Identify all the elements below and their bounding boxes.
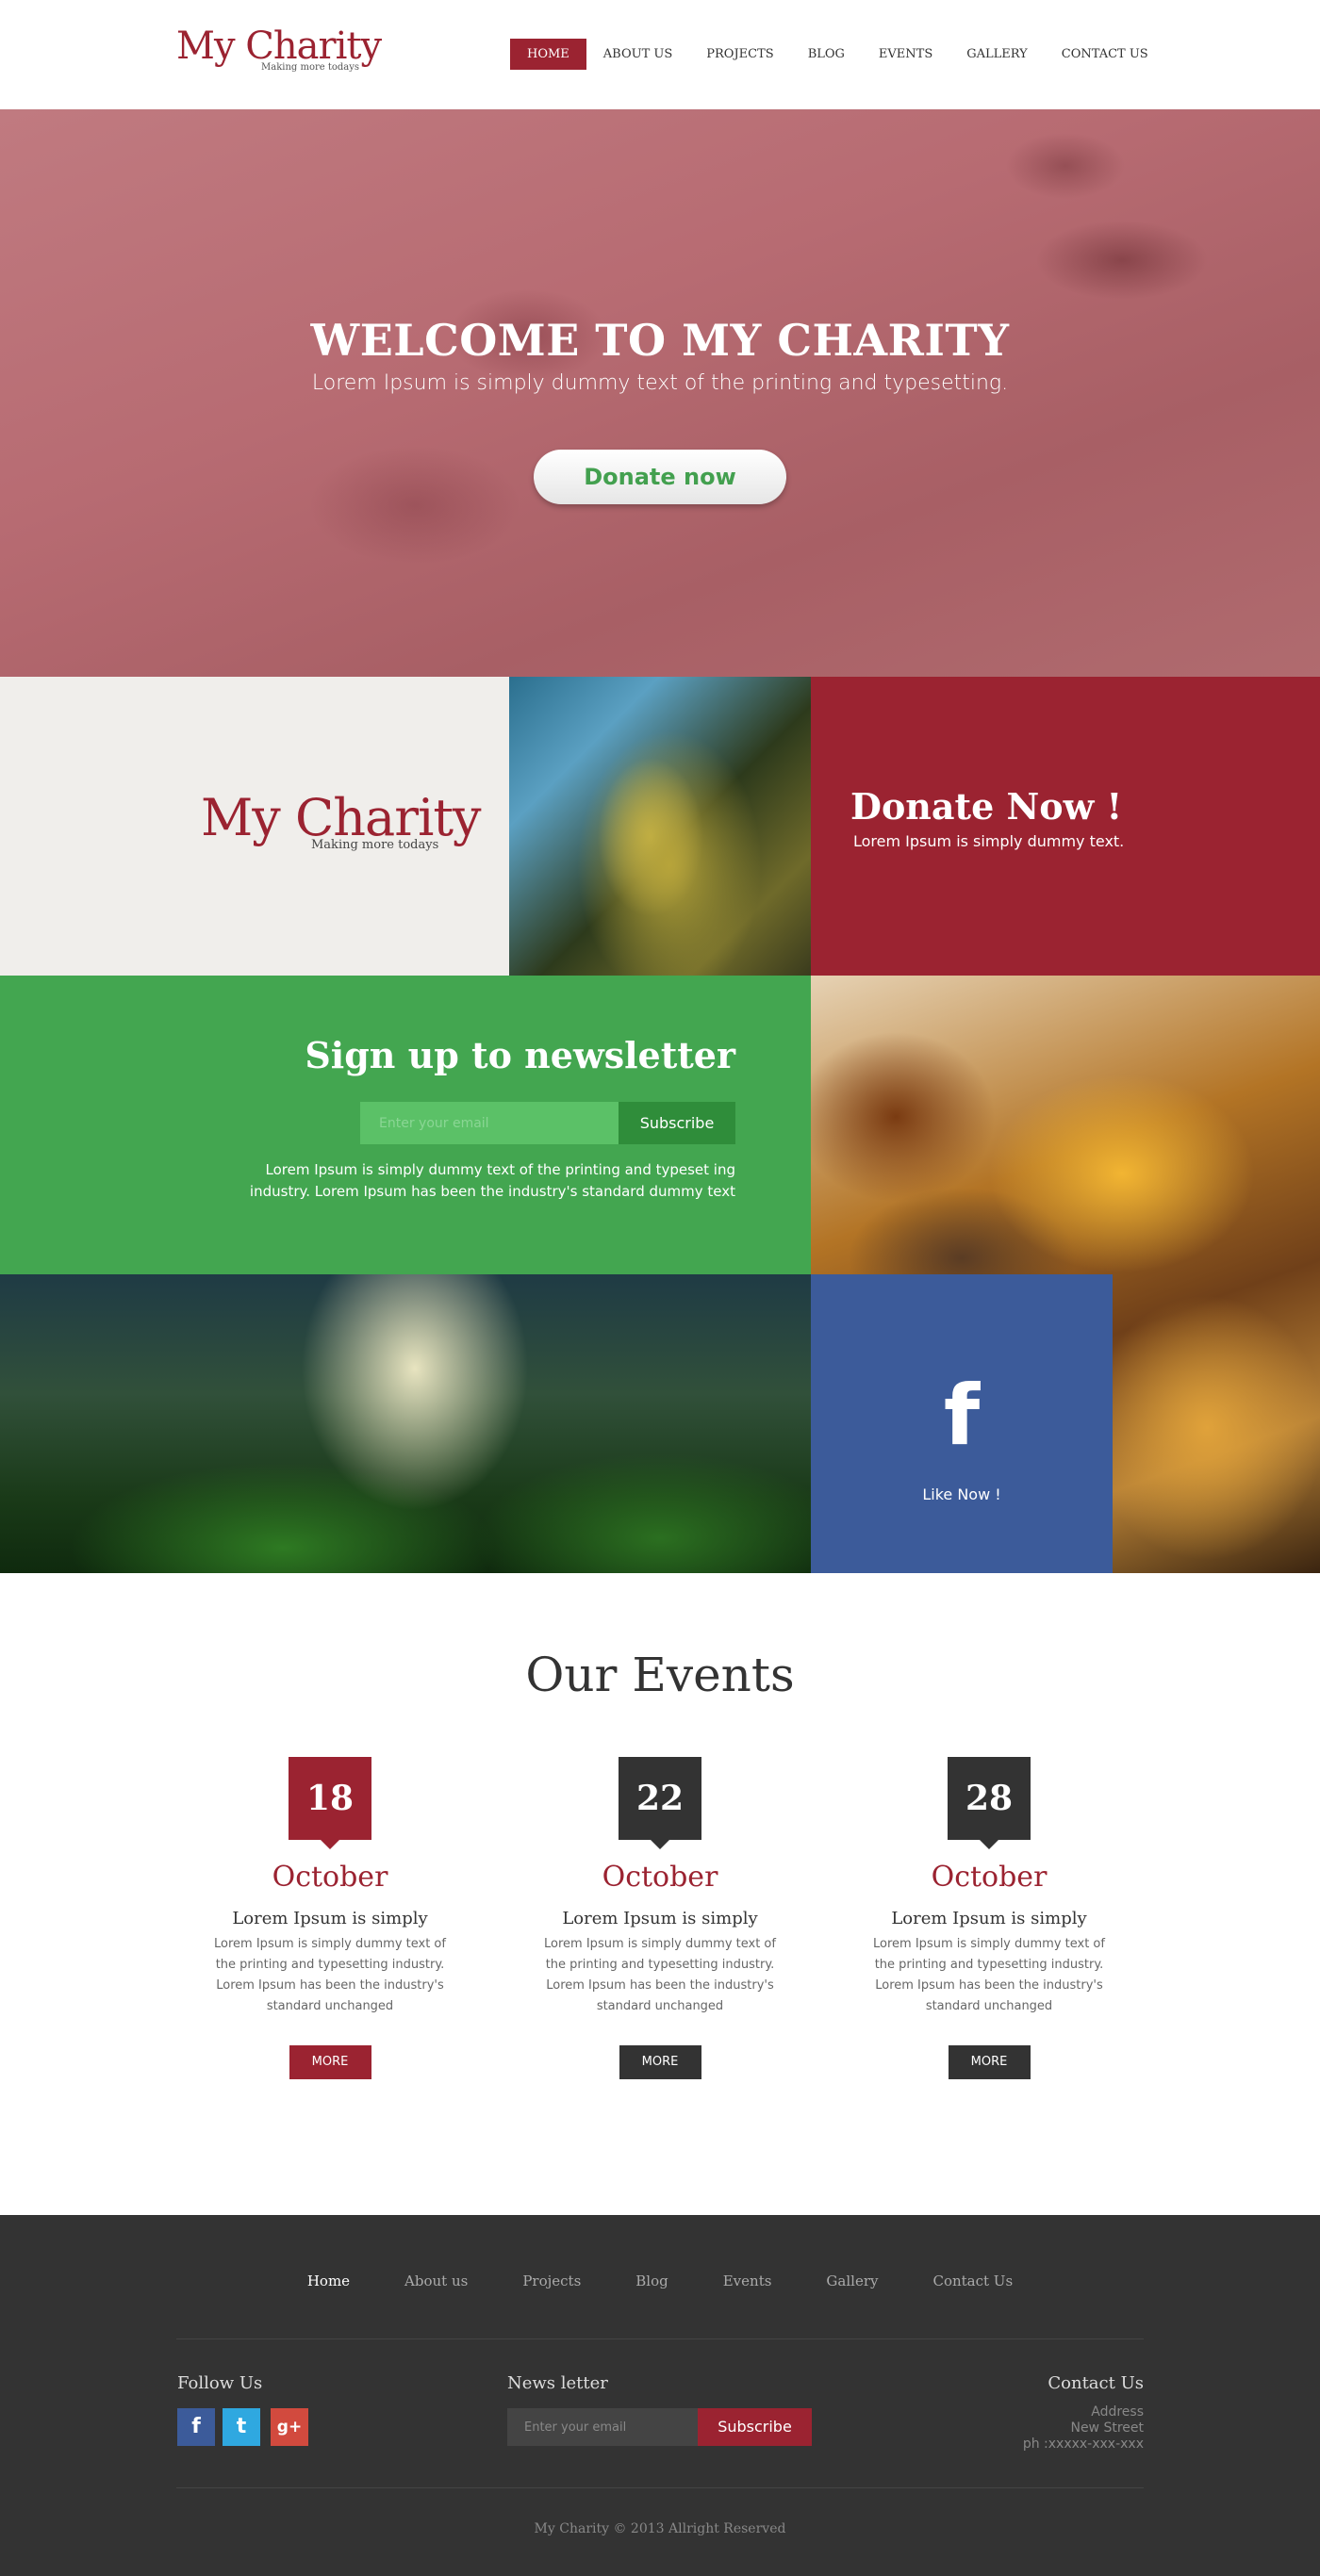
footer-nav-gallery[interactable]: Gallery: [799, 2272, 905, 2289]
donate-tile-text: Lorem Ipsum is simply dummy text.: [853, 832, 1125, 850]
nav-gallery[interactable]: GALLERY: [949, 39, 1045, 70]
event-card: 22 October Lorem Ipsum is simply Lorem I…: [528, 1757, 792, 2079]
donate-now-button[interactable]: Donate now: [534, 450, 786, 504]
twitter-icon[interactable]: t: [223, 2408, 260, 2446]
footer-nav-about-us[interactable]: About us: [377, 2272, 495, 2289]
nav-home[interactable]: HOME: [510, 39, 586, 70]
nav-projects[interactable]: PROJECTS: [689, 39, 790, 70]
event-more-button[interactable]: MORE: [948, 2045, 1031, 2079]
nav-blog[interactable]: BLOG: [791, 39, 862, 70]
site-header: My Charity Making more todays HOME ABOUT…: [0, 0, 1320, 109]
footer-nav: Home About us Projects Blog Events Galle…: [0, 2272, 1320, 2289]
event-date-badge: 18: [289, 1757, 371, 1849]
event-date-badge: 28: [948, 1757, 1031, 1849]
logo-tagline: Making more todays: [261, 62, 360, 73]
contact-details: Address New Street ph :xxxxx-xxx-xxx: [1023, 2404, 1144, 2453]
newsletter-text: Lorem Ipsum is simply dummy text of the …: [249, 1161, 735, 1200]
event-description: Lorem Ipsum is simply dummy text of the …: [873, 1937, 1105, 2013]
facebook-like-label: Like Now !: [922, 1485, 1001, 1503]
footer-nav-blog[interactable]: Blog: [608, 2272, 695, 2289]
site-logo[interactable]: My Charity Making more todays: [176, 25, 382, 73]
event-heading: Lorem Ipsum is simply: [891, 1909, 1087, 1928]
event-month: October: [602, 1861, 718, 1894]
newsletter-email-input[interactable]: [360, 1102, 619, 1144]
logo-tile: My Charity Making more todays: [0, 677, 509, 976]
facebook-icon[interactable]: f: [177, 2408, 215, 2446]
contact-street: New Street: [1070, 2420, 1144, 2436]
newsletter-tile: Sign up to newsletter Subscribe Lorem Ip…: [0, 976, 811, 1274]
nav-contact-us[interactable]: CONTACT US: [1045, 39, 1165, 70]
facebook-icon: f: [943, 1367, 981, 1464]
nav-events[interactable]: EVENTS: [862, 39, 949, 70]
event-more-button[interactable]: MORE: [289, 2045, 371, 2079]
newsletter-subscribe-button[interactable]: Subscribe: [619, 1102, 735, 1144]
donate-tile[interactable]: Donate Now ! Lorem Ipsum is simply dummy…: [811, 677, 1320, 976]
footer-newsletter-title: News letter: [507, 2373, 608, 2393]
event-month: October: [272, 1861, 388, 1894]
newsletter-title: Sign up to newsletter: [305, 1034, 735, 1076]
main-nav: HOME ABOUT US PROJECTS BLOG EVENTS GALLE…: [510, 39, 1165, 70]
nav-about-us[interactable]: ABOUT US: [586, 39, 689, 70]
event-month: October: [931, 1861, 1048, 1894]
footer-email-input[interactable]: [507, 2408, 698, 2446]
contact-us-title: Contact Us: [1048, 2373, 1144, 2393]
event-card: 18 October Lorem Ipsum is simply Lorem I…: [198, 1757, 462, 2079]
event-date-badge: 22: [619, 1757, 701, 1849]
hero-banner: WELCOME TO MY CHARITY Lorem Ipsum is sim…: [0, 109, 1320, 677]
google-plus-icon[interactable]: g+: [271, 2408, 308, 2446]
footer-nav-events[interactable]: Events: [696, 2272, 800, 2289]
contact-address: Address: [1091, 2404, 1144, 2420]
footer-nav-projects[interactable]: Projects: [495, 2272, 608, 2289]
footer-divider: [176, 2487, 1144, 2488]
footer-divider: [176, 2338, 1144, 2339]
footer-nav-contact-us[interactable]: Contact Us: [905, 2272, 1040, 2289]
event-heading: Lorem Ipsum is simply: [562, 1909, 758, 1928]
moss-tree-image: [509, 677, 811, 976]
donate-tile-title: Donate Now !: [850, 785, 1123, 828]
event-card: 28 October Lorem Ipsum is simply Lorem I…: [857, 1757, 1121, 2079]
hero-title: WELCOME TO MY CHARITY: [310, 315, 1010, 366]
footer-nav-home[interactable]: Home: [280, 2272, 377, 2289]
facebook-like-tile[interactable]: f Like Now !: [811, 1274, 1113, 1573]
hero-subtitle: Lorem Ipsum is simply dummy text of the …: [311, 371, 1009, 395]
footer-subscribe-button[interactable]: Subscribe: [698, 2408, 812, 2446]
grass-image: [0, 1274, 811, 1573]
follow-us-title: Follow Us: [177, 2373, 263, 2393]
event-more-button[interactable]: MORE: [619, 2045, 701, 2079]
contact-phone: ph :xxxxx-xxx-xxx: [1022, 2437, 1144, 2452]
copyright: My Charity © 2013 Allright Reserved: [534, 2521, 786, 2536]
event-description: Lorem Ipsum is simply dummy text of the …: [214, 1937, 446, 2013]
event-description: Lorem Ipsum is simply dummy text of the …: [544, 1937, 776, 2013]
tile-logo-tagline: Making more todays: [311, 838, 439, 852]
events-title: Our Events: [525, 1648, 795, 1702]
event-heading: Lorem Ipsum is simply: [232, 1909, 428, 1928]
